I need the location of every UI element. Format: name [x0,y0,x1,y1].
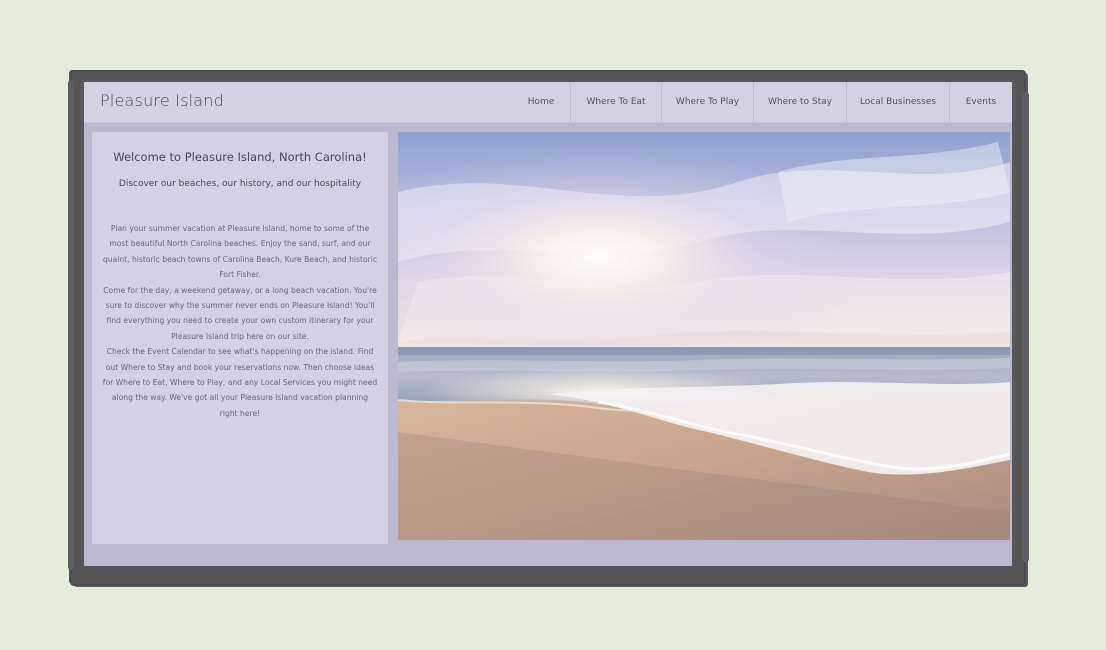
nav-item-local-businesses[interactable]: Local Businesses [846,82,949,122]
nav-item-home[interactable]: Home [512,82,570,122]
nav-item-where-to-stay[interactable]: Where to Stay [753,82,846,122]
site-title[interactable]: Pleasure Island [100,91,224,110]
intro-paragraph: Come for the day, a weekend getaway, or … [103,285,377,341]
intro-paragraph: Plan your summer vacation at Pleasure Is… [102,224,378,280]
nav-item-where-to-play[interactable]: Where To Play [661,82,753,122]
nav-menu: Home Where To Eat Where To Play Where to… [512,82,1012,122]
website-container: Pleasure Island Home Where To Eat Where … [84,82,1012,566]
welcome-heading: Welcome to Pleasure Island, North Caroli… [113,150,367,164]
intro-body: Plan your summer vacation at Pleasure Is… [102,221,378,421]
hero-beach-image [398,132,1010,540]
nav-item-where-to-eat[interactable]: Where To Eat [570,82,661,122]
intro-panel: Welcome to Pleasure Island, North Caroli… [92,132,388,544]
beach-sunset-photo [398,132,1010,540]
intro-paragraph: Check the Event Calendar to see what's h… [102,347,378,418]
tagline: Discover our beaches, our history, and o… [118,179,362,189]
navbar: Pleasure Island Home Where To Eat Where … [84,82,1012,123]
nav-item-events[interactable]: Events [949,82,1012,122]
